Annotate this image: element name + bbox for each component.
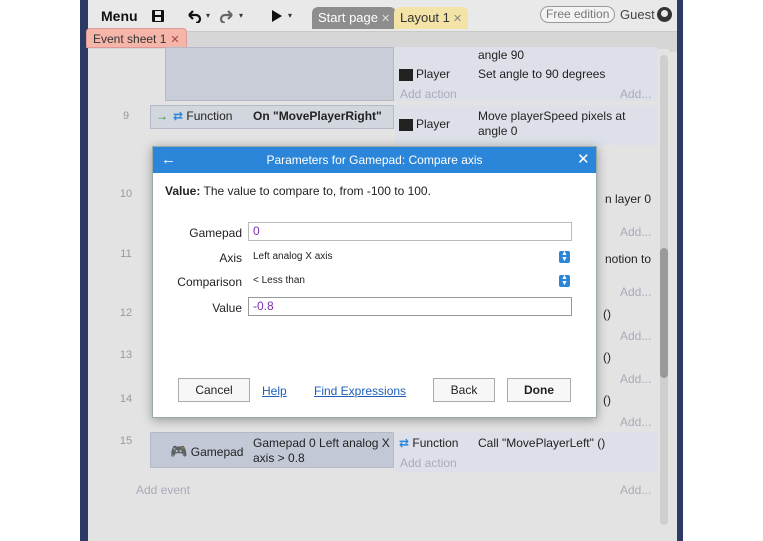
- action-text: angle 90: [478, 48, 525, 62]
- sub-event-arrow-icon: →: [156, 109, 168, 123]
- find-expressions-link[interactable]: Find Expressions: [314, 384, 406, 398]
- left-panel-edge: [80, 0, 88, 541]
- action-text[interactable]: Move playerSpeed pixels at angle 0: [478, 109, 638, 139]
- back-button[interactable]: Back: [433, 378, 495, 402]
- gamepad-input[interactable]: 0: [248, 222, 572, 241]
- parameters-dialog: ← Parameters for Gamepad: Compare axis ✕…: [152, 146, 597, 418]
- tab-event-sheet-1[interactable]: Event sheet 1 ✕: [86, 28, 187, 48]
- event-line-number: 10: [119, 188, 133, 200]
- add-more-link[interactable]: Add...: [620, 483, 651, 497]
- action-text: (): [603, 307, 611, 321]
- action-object[interactable]: Player: [399, 117, 450, 131]
- event-line-number: 12: [119, 307, 133, 319]
- add-more-link[interactable]: Add...: [620, 285, 651, 299]
- action-object[interactable]: Player: [399, 67, 450, 81]
- free-edition-badge[interactable]: Free edition: [540, 6, 616, 23]
- sprite-icon: [399, 68, 413, 81]
- comparison-label: Comparison: [177, 275, 242, 289]
- tab-start-page[interactable]: Start page ✕: [312, 7, 397, 29]
- description-label: Value:: [165, 184, 201, 198]
- tab-label: Layout 1: [400, 10, 450, 25]
- undo-dropdown-icon[interactable]: ▾: [206, 5, 210, 27]
- action-text[interactable]: Set angle to 90 degrees: [478, 67, 605, 82]
- gamepad-icon: 🎮: [170, 443, 188, 459]
- value-input[interactable]: -0.8: [248, 297, 572, 316]
- close-icon[interactable]: ✕: [577, 150, 590, 168]
- comparison-select-value: < Less than: [253, 275, 305, 286]
- condition-object[interactable]: ⇄ Function: [173, 109, 232, 123]
- action-text: notion to: [605, 252, 652, 266]
- event-line-number: 9: [122, 110, 130, 122]
- play-icon[interactable]: [271, 5, 283, 27]
- axis-select[interactable]: Left analog X axis ▲ ▼: [248, 249, 572, 265]
- save-icon[interactable]: [151, 5, 165, 27]
- add-action-link[interactable]: Add action: [400, 87, 457, 101]
- description-text: The value to compare to, from -100 to 10…: [203, 184, 431, 198]
- function-icon: ⇄: [399, 436, 410, 450]
- add-more-link[interactable]: Add...: [620, 87, 651, 101]
- right-panel-edge: [677, 0, 683, 541]
- condition-text[interactable]: Gamepad 0 Left analog X axis > 0.8: [253, 436, 393, 466]
- add-more-link[interactable]: Add...: [620, 329, 651, 343]
- axis-select-value: Left analog X axis: [253, 251, 333, 262]
- undo-icon[interactable]: [186, 5, 202, 27]
- event-line-number: 11: [120, 248, 132, 260]
- select-arrows-icon: ▲ ▼: [559, 274, 570, 287]
- user-icon[interactable]: [657, 7, 672, 22]
- function-icon: ⇄: [173, 109, 184, 123]
- sprite-icon: [399, 118, 413, 131]
- tab-layout-1[interactable]: Layout 1 ✕: [394, 7, 469, 29]
- action-text[interactable]: Call "MovePlayerLeft" (): [478, 436, 605, 451]
- tab-label: Event sheet 1: [93, 32, 167, 46]
- cancel-button[interactable]: Cancel: [178, 378, 250, 402]
- guest-label[interactable]: Guest: [620, 7, 655, 22]
- action-text: (): [603, 350, 611, 364]
- dialog-title: Parameters for Gamepad: Compare axis: [266, 153, 483, 167]
- tab-label: Start page: [318, 10, 378, 25]
- axis-label: Axis: [219, 251, 242, 265]
- play-dropdown-icon[interactable]: ▾: [288, 5, 292, 27]
- event-condition-block[interactable]: [165, 47, 394, 101]
- event-line-number: 13: [119, 349, 133, 361]
- close-icon[interactable]: ✕: [381, 13, 390, 25]
- dialog-titlebar: ← Parameters for Gamepad: Compare axis ✕: [153, 147, 596, 173]
- add-action-link[interactable]: Add action: [400, 456, 457, 470]
- select-arrows-icon: ▲ ▼: [559, 250, 570, 263]
- close-icon[interactable]: ✕: [453, 13, 462, 25]
- menu-button[interactable]: Menu: [101, 5, 138, 27]
- condition-text[interactable]: On "MovePlayerRight": [253, 109, 382, 123]
- value-label: Value: [212, 301, 242, 315]
- done-button[interactable]: Done: [507, 378, 571, 402]
- action-object[interactable]: ⇄ Function: [399, 436, 458, 450]
- redo-icon[interactable]: [219, 5, 235, 27]
- redo-dropdown-icon[interactable]: ▾: [239, 5, 243, 27]
- condition-object[interactable]: 🎮 Gamepad: [170, 443, 243, 460]
- action-text: n layer 0: [605, 192, 652, 206]
- gamepad-label: Gamepad: [189, 226, 242, 240]
- add-more-link[interactable]: Add...: [620, 225, 651, 239]
- help-link[interactable]: Help: [262, 384, 287, 398]
- event-line-number: 14: [119, 393, 133, 405]
- add-more-link[interactable]: Add...: [620, 372, 651, 386]
- scrollbar-thumb[interactable]: [660, 248, 668, 378]
- add-event-link[interactable]: Add event: [136, 483, 190, 497]
- action-text: (): [603, 393, 611, 407]
- event-line-number: 15: [119, 435, 133, 447]
- comparison-select[interactable]: < Less than ▲ ▼: [248, 273, 572, 289]
- add-more-link[interactable]: Add...: [620, 415, 651, 429]
- close-icon[interactable]: ✕: [170, 34, 179, 46]
- parameter-description: Value: The value to compare to, from -10…: [165, 184, 431, 198]
